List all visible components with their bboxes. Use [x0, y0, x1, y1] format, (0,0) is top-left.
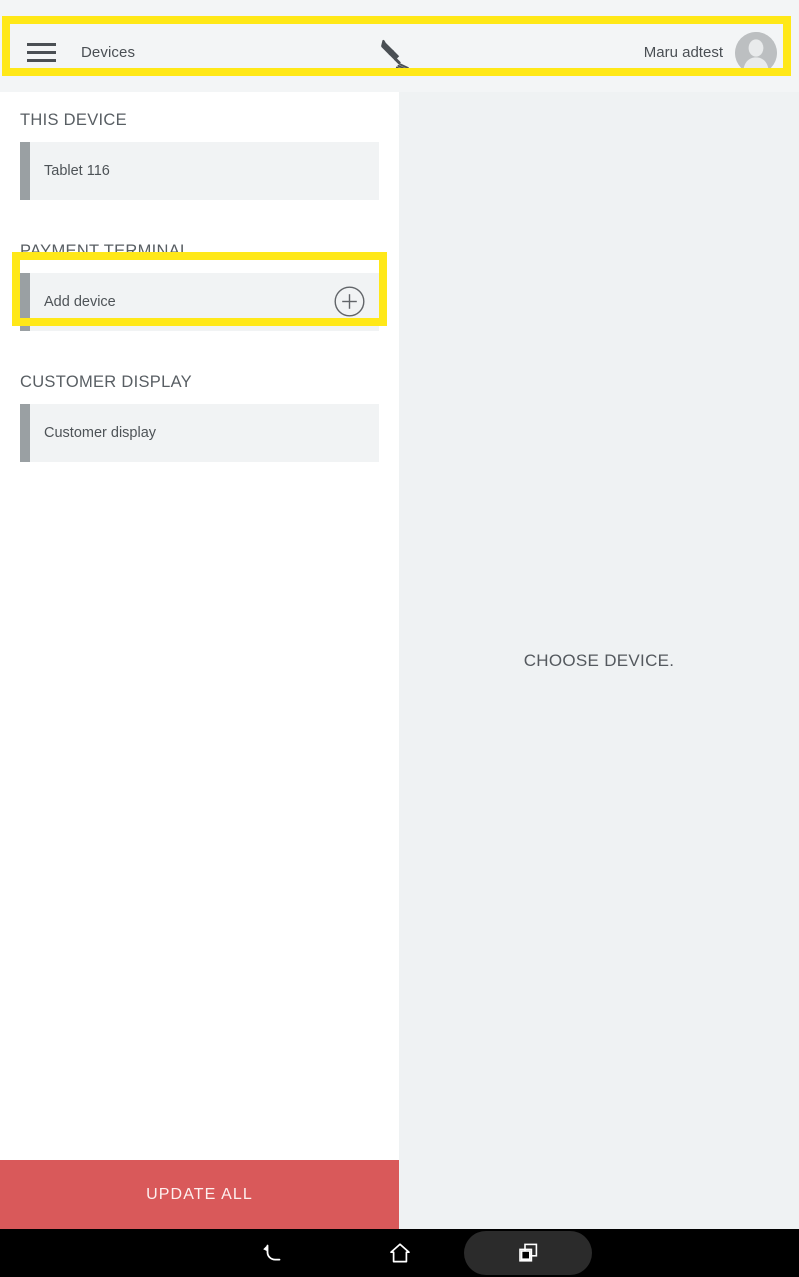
device-row-customer-display[interactable]: Customer display [20, 404, 379, 462]
section-label-payment-terminal: PAYMENT TERMINAL [20, 242, 190, 260]
device-row-tablet[interactable]: Tablet 116 [20, 142, 379, 200]
empty-state: CHOOSE DEVICE. [399, 92, 799, 1229]
topbar-highlight-box [2, 16, 791, 76]
device-row-label: Customer display [44, 425, 157, 441]
update-all-button[interactable]: UPDATE ALL [0, 1160, 399, 1229]
update-all-label: UPDATE ALL [146, 1185, 253, 1203]
android-navigation-bar [0, 1229, 799, 1277]
section-label-this-device: THIS DEVICE [20, 111, 127, 129]
back-arrow-icon[interactable] [208, 1229, 336, 1277]
device-row-add-device[interactable]: Add device [20, 273, 379, 331]
empty-state-text: CHOOSE DEVICE. [523, 650, 675, 670]
row-accent-bar [20, 273, 30, 331]
device-list-panel: THIS DEVICE Tablet 116 PAYMENT TERMINAL … [0, 92, 399, 1229]
recent-apps-icon[interactable] [464, 1229, 592, 1277]
row-accent-bar [20, 404, 30, 462]
device-row-label: Add device [44, 294, 116, 310]
device-row-label: Tablet 116 [44, 163, 110, 179]
plus-circle-icon[interactable] [334, 286, 365, 317]
content-area: THIS DEVICE Tablet 116 PAYMENT TERMINAL … [0, 92, 799, 1229]
app-window: Devices Maru adtest THIS DEVICE Tablet 1… [0, 0, 799, 1229]
topbar-container: Devices Maru adtest [0, 0, 799, 92]
row-accent-bar [20, 142, 30, 200]
section-label-customer-display: CUSTOMER DISPLAY [20, 373, 192, 391]
home-icon[interactable] [336, 1229, 464, 1277]
device-detail-panel: CHOOSE DEVICE. [399, 92, 799, 1229]
